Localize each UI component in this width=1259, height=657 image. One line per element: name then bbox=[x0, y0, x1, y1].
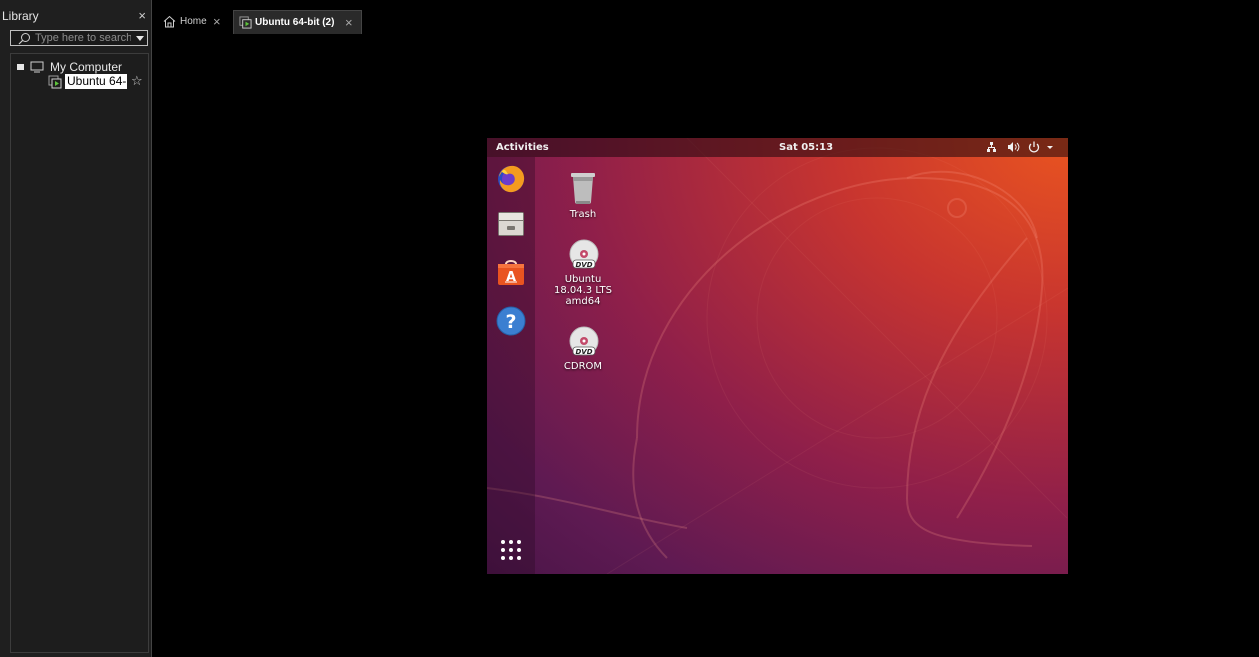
library-tree: My Computer Ubuntu 64-b ☆ bbox=[10, 53, 149, 653]
computer-icon bbox=[30, 61, 44, 73]
library-title: Library bbox=[2, 9, 39, 23]
vm-icon bbox=[48, 75, 62, 89]
search-icon bbox=[18, 33, 30, 45]
desktop-icon-cdrom[interactable]: DVD CDROM bbox=[548, 326, 618, 374]
power-icon bbox=[1028, 141, 1040, 153]
desktop-icon-trash[interactable]: Trash bbox=[548, 171, 618, 223]
vm-display[interactable]: Activities Sat 05:13 A ? Trash DVD Ubunt… bbox=[487, 138, 1068, 574]
firefox-icon[interactable] bbox=[496, 164, 526, 194]
desktop-icon-label: Trash bbox=[569, 209, 597, 220]
volume-icon bbox=[1008, 142, 1020, 152]
star-icon[interactable]: ☆ bbox=[131, 73, 143, 89]
ubuntu-dock: A ? bbox=[487, 157, 535, 574]
tab-ubuntu-vm[interactable]: Ubuntu 64-bit (2) × bbox=[233, 10, 362, 34]
svg-text:DVD: DVD bbox=[575, 261, 592, 269]
library-panel: Library × My Computer Ubuntu 64-b ☆ bbox=[0, 0, 152, 657]
library-close-button[interactable]: × bbox=[138, 8, 146, 23]
search-dropdown-icon[interactable] bbox=[136, 36, 144, 41]
library-search[interactable] bbox=[10, 30, 148, 46]
tab-label: Ubuntu 64-bit (2) bbox=[255, 17, 335, 28]
tree-item-label[interactable]: Ubuntu 64-b bbox=[65, 74, 127, 89]
trash-icon bbox=[571, 173, 595, 204]
files-icon[interactable] bbox=[496, 209, 526, 239]
software-center-icon[interactable]: A bbox=[496, 257, 526, 287]
library-search-input[interactable] bbox=[35, 31, 131, 45]
desktop-icon-label: CDROM bbox=[563, 361, 603, 372]
desktop-icon-label-line: amd64 bbox=[565, 296, 601, 307]
desktop-icon-label-line: 18.04.3 LTS bbox=[554, 285, 612, 296]
help-icon[interactable]: ? bbox=[496, 306, 526, 336]
gnome-top-bar: Activities Sat 05:13 bbox=[487, 138, 1068, 157]
show-applications-icon[interactable] bbox=[499, 538, 523, 562]
svg-text:A: A bbox=[506, 270, 516, 285]
svg-text:?: ? bbox=[505, 311, 516, 333]
tree-item-label: My Computer bbox=[50, 60, 123, 74]
tab-close-button[interactable]: × bbox=[345, 15, 353, 30]
dvd-icon: DVD bbox=[569, 326, 599, 356]
collapse-icon[interactable] bbox=[17, 64, 24, 70]
tab-close-button[interactable]: × bbox=[213, 14, 221, 29]
clock[interactable]: Sat 05:13 bbox=[779, 142, 833, 153]
desktop-icon-ubuntu-dvd[interactable]: DVD Ubuntu 18.04.3 LTS amd64 bbox=[548, 239, 618, 314]
dvd-icon: DVD bbox=[569, 239, 599, 269]
activities-button[interactable]: Activities bbox=[496, 142, 549, 153]
desktop-icon-label-line: Ubuntu bbox=[564, 274, 602, 285]
network-icon bbox=[987, 142, 996, 152]
library-header: Library × bbox=[0, 0, 152, 30]
home-icon bbox=[163, 15, 176, 28]
svg-text:DVD: DVD bbox=[575, 348, 592, 356]
tab-home[interactable]: Home × bbox=[161, 11, 229, 33]
tab-label: Home bbox=[180, 16, 207, 27]
vm-icon bbox=[239, 16, 252, 29]
chevron-down-icon bbox=[1047, 146, 1053, 149]
system-tray[interactable] bbox=[987, 140, 1063, 155]
